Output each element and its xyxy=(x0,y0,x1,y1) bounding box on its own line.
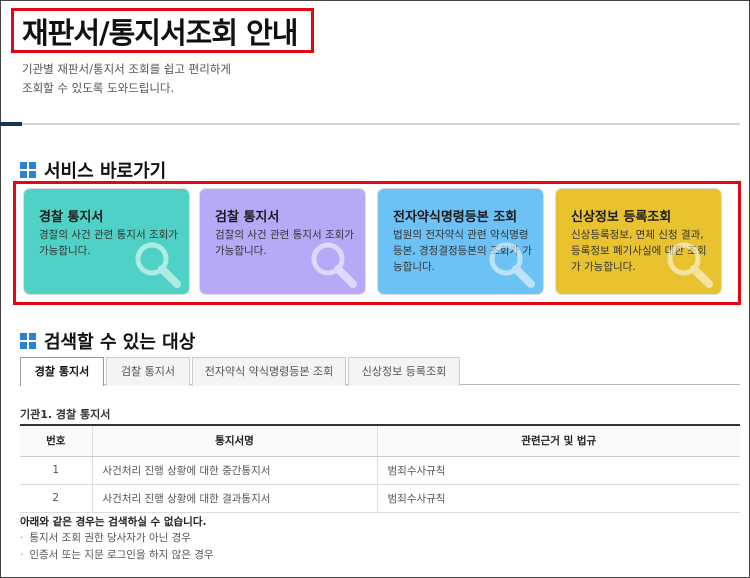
intro-line-1: 기관별 재판서/통지서 조회를 쉽고 편리하게 xyxy=(22,62,231,76)
cell-notice-name: 사건처리 진행 상황에 대한 중간통지서 xyxy=(92,456,378,485)
tab-police-notice[interactable]: 경찰 통지서 xyxy=(20,357,104,386)
search-icon xyxy=(667,242,713,288)
windows-icon xyxy=(20,333,36,349)
cell-legal-basis: 범죄수사규칙 xyxy=(377,456,740,485)
search-icon xyxy=(311,242,357,288)
column-header-number: 번호 xyxy=(20,424,93,457)
column-header-notice-name: 통지서명 xyxy=(92,424,378,457)
cell-number: 2 xyxy=(20,484,93,513)
table-header-row: 번호 통지서명 관련근거 및 법규 xyxy=(20,424,740,457)
searchable-heading-text: 검색할 수 있는 대상 xyxy=(44,332,196,353)
shortcuts-heading: 서비스 바로가기 xyxy=(20,157,166,183)
restriction-item: 통지서 조회 권한 당사자가 아닌 경우 xyxy=(20,530,191,545)
tab-bar: 경찰 통지서 검찰 통지서 전자약식 약식명령등본 조회 신상정보 등록조회 xyxy=(20,357,740,386)
page-intro: 기관별 재판서/통지서 조회를 쉽고 편리하게 조회할 수 있도록 도와드립니다… xyxy=(22,60,231,98)
card-title: 신상정보 등록조회 xyxy=(571,210,672,225)
card-personal-info-registration[interactable]: 신상정보 등록조회 신상등록정보, 면제 신청 결과, 등록정보 폐기사실에 대… xyxy=(556,189,721,294)
intro-line-2: 조회할 수 있도록 도와드립니다. xyxy=(22,81,175,95)
restriction-item: 인증서 또는 지문 로그인을 하지 않은 경우 xyxy=(20,547,213,562)
tab-summary-order[interactable]: 전자약식 약식명령등본 조회 xyxy=(192,357,346,386)
windows-icon xyxy=(20,162,36,178)
page-title: 재판서/통지서조회 안내 xyxy=(22,16,298,50)
card-prosecution-notice[interactable]: 검찰 통지서 검찰의 사건 관련 통지서 조회가 가능합니다. xyxy=(200,189,365,294)
divider-accent xyxy=(0,122,22,126)
column-header-legal-basis: 관련근거 및 법규 xyxy=(377,424,740,457)
tab-personal-info-registration[interactable]: 신상정보 등록조회 xyxy=(348,357,460,386)
search-icon xyxy=(135,242,181,288)
card-title: 검찰 통지서 xyxy=(215,210,280,225)
card-title: 전자약식명령등본 조회 xyxy=(393,210,518,225)
divider xyxy=(0,123,740,125)
notice-table: 번호 통지서명 관련근거 및 법규 1 사건처리 진행 상황에 대한 중간통지서… xyxy=(20,424,740,513)
shortcuts-heading-text: 서비스 바로가기 xyxy=(44,161,167,182)
tab-prosecution-notice[interactable]: 검찰 통지서 xyxy=(106,357,190,386)
agency-subheading: 기관1. 경찰 통지서 xyxy=(20,408,111,421)
card-summary-order[interactable]: 전자약식명령등본 조회 법원의 전자약식 관련 약식명령등본, 경정결정등본의 … xyxy=(378,189,543,294)
cell-notice-name: 사건처리 진행 상황에 대한 결과통지서 xyxy=(92,484,378,513)
table-row: 2 사건처리 진행 상황에 대한 결과통지서 범죄수사규칙 xyxy=(20,484,740,513)
searchable-heading: 검색할 수 있는 대상 xyxy=(20,328,195,354)
table-row: 1 사건처리 진행 상황에 대한 중간통지서 범죄수사규칙 xyxy=(20,456,740,485)
cell-number: 1 xyxy=(20,456,93,485)
card-title: 경찰 통지서 xyxy=(39,210,104,225)
restriction-notice: 아래와 같은 경우는 검색하실 수 없습니다. xyxy=(20,516,207,528)
card-police-notice[interactable]: 경찰 통지서 경찰의 사건 관련 통지서 조회가 가능합니다. xyxy=(24,189,189,294)
search-icon xyxy=(489,242,535,288)
cell-legal-basis: 범죄수사규칙 xyxy=(377,484,740,513)
